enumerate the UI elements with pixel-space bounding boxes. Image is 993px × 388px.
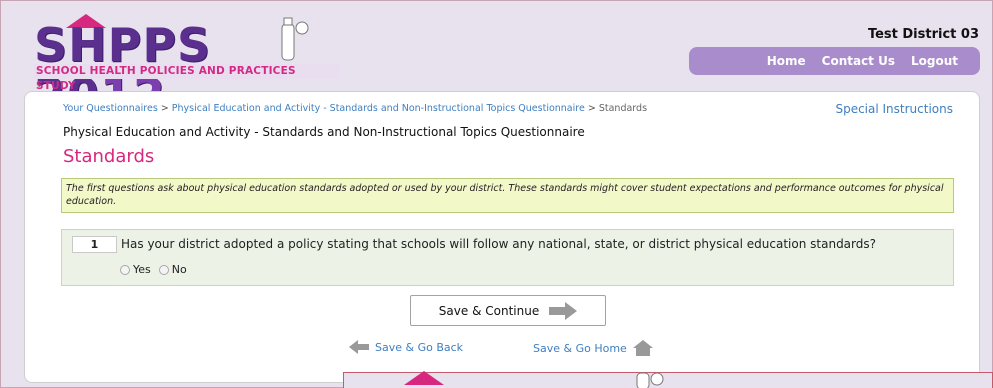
answer-options: Yes No bbox=[120, 263, 191, 276]
nav-logout-link[interactable]: Logout bbox=[911, 54, 958, 68]
nav-contact-link[interactable]: Contact Us bbox=[822, 54, 895, 68]
water-bottle-icon bbox=[636, 372, 664, 388]
intro-text: The first questions ask about physical e… bbox=[61, 178, 954, 213]
option-yes-label: Yes bbox=[133, 263, 151, 276]
special-instructions-link[interactable]: Special Instructions bbox=[835, 102, 953, 116]
question-block: 1 Has your district adopted a policy sta… bbox=[61, 229, 954, 286]
home-icon bbox=[632, 340, 653, 356]
save-continue-button[interactable]: Save & Continue bbox=[410, 295, 606, 326]
option-no[interactable]: No bbox=[158, 263, 187, 276]
radio-yes[interactable] bbox=[120, 264, 130, 275]
save-go-home-label: Save & Go Home bbox=[533, 341, 627, 355]
nav-home-link[interactable]: Home bbox=[767, 54, 806, 68]
questionnaire-title: Physical Education and Activity - Standa… bbox=[63, 125, 585, 139]
top-nav: Home Contact Us Logout bbox=[689, 47, 980, 75]
house-roof-icon bbox=[404, 371, 444, 385]
content-panel: Your Questionnaires > Physical Education… bbox=[24, 91, 980, 383]
option-yes[interactable]: Yes bbox=[120, 263, 151, 276]
arrow-right-icon bbox=[549, 301, 578, 320]
breadcrumb: Your Questionnaires > Physical Education… bbox=[63, 103, 647, 114]
question-text: Has your district adopted a policy stati… bbox=[121, 237, 876, 251]
shpps-logo[interactable]: SHPPS 2012 SCHOOL HEALTH POLICIES AND PR… bbox=[32, 14, 342, 120]
breadcrumb-questionnaire[interactable]: Physical Education and Activity - Standa… bbox=[172, 103, 585, 114]
save-continue-label: Save & Continue bbox=[438, 303, 540, 318]
radio-no[interactable] bbox=[158, 264, 169, 275]
logo-subtitle: SCHOOL HEALTH POLICIES AND PRACTICES STU… bbox=[34, 64, 339, 92]
save-go-home-link[interactable]: Save & Go Home bbox=[533, 340, 653, 356]
breadcrumb-separator: > bbox=[587, 103, 596, 114]
question-number: 1 bbox=[72, 236, 117, 253]
save-go-back-label: Save & Go Back bbox=[375, 340, 464, 354]
breadcrumb-current: Standards bbox=[598, 103, 648, 114]
district-name: Test District 03 bbox=[867, 27, 979, 42]
breadcrumb-separator: > bbox=[160, 103, 169, 114]
section-title: Standards bbox=[63, 146, 155, 167]
option-no-label: No bbox=[171, 263, 187, 276]
arrow-left-icon bbox=[349, 340, 369, 354]
save-go-back-link[interactable]: Save & Go Back bbox=[349, 340, 463, 354]
water-bottle-icon bbox=[281, 17, 309, 61]
breadcrumb-questionnaires[interactable]: Your Questionnaires bbox=[63, 103, 158, 114]
overlapping-window bbox=[343, 371, 993, 388]
